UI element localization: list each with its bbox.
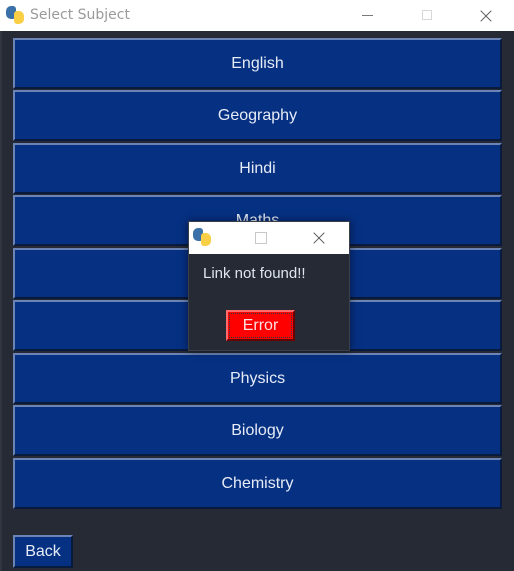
subject-button-biology[interactable]: Biology — [13, 405, 502, 456]
maximize-button[interactable] — [405, 0, 451, 31]
window-title: Select Subject — [30, 7, 130, 23]
subject-button-chemistry[interactable]: Chemistry — [13, 458, 502, 509]
subject-button-hindi[interactable]: Hindi — [13, 143, 502, 194]
main-window-titlebar: Select Subject — [0, 0, 514, 31]
close-icon — [463, 0, 509, 31]
subject-button-english[interactable]: English — [13, 38, 502, 89]
dialog-titlebar — [189, 222, 349, 254]
minimize-button[interactable] — [345, 0, 391, 31]
subject-button-geography[interactable]: Geography — [13, 90, 502, 141]
close-icon — [303, 222, 335, 254]
error-button[interactable]: Error — [226, 310, 295, 341]
dialog-close-button[interactable] — [303, 222, 349, 254]
python-app-icon — [193, 228, 211, 246]
window-left-edge — [0, 31, 2, 571]
dialog-message: Link not found!! — [203, 265, 306, 282]
close-button[interactable] — [463, 0, 509, 31]
python-app-icon — [6, 6, 24, 24]
dialog-maximize-button[interactable] — [255, 232, 267, 244]
back-button[interactable]: Back — [13, 535, 73, 568]
error-dialog: Link not found!! Error — [188, 221, 350, 351]
subject-button-physics[interactable]: Physics — [13, 353, 502, 404]
